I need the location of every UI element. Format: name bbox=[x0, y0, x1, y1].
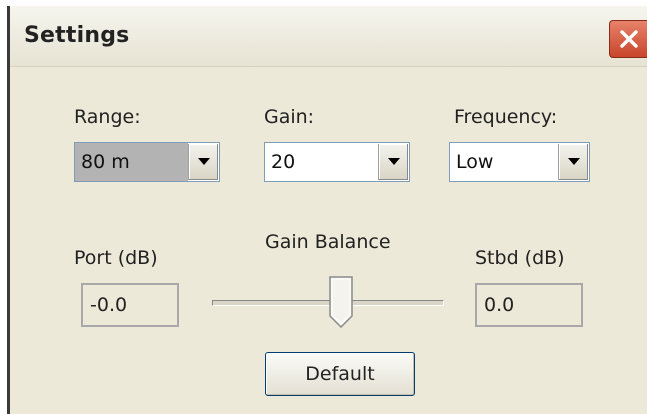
default-button[interactable]: Default bbox=[265, 352, 415, 396]
range-dropdown-button[interactable] bbox=[188, 144, 218, 180]
close-button[interactable] bbox=[609, 20, 647, 58]
frequency-select-value: Low bbox=[456, 151, 494, 173]
gain-select[interactable]: 20 bbox=[264, 142, 410, 182]
gain-label: Gain: bbox=[264, 106, 315, 128]
slider-thumb[interactable] bbox=[329, 276, 353, 329]
frequency-select[interactable]: Low bbox=[449, 142, 590, 182]
range-select-value: 80 m bbox=[75, 143, 188, 181]
frequency-label: Frequency: bbox=[454, 106, 558, 128]
gain-select-value: 20 bbox=[271, 151, 296, 173]
close-x-icon bbox=[619, 30, 638, 48]
stbd-label: Stbd (dB) bbox=[475, 247, 565, 269]
range-select[interactable]: 80 m bbox=[74, 142, 220, 182]
chevron-down-icon bbox=[567, 158, 580, 165]
stbd-db-field: 0.0 bbox=[475, 283, 583, 327]
gain-balance-slider[interactable] bbox=[212, 276, 444, 334]
slider-track[interactable] bbox=[212, 300, 444, 306]
gain-dropdown-button[interactable] bbox=[378, 144, 408, 180]
title-bar[interactable]: Settings bbox=[10, 6, 647, 67]
chevron-down-icon bbox=[387, 158, 400, 165]
port-label: Port (dB) bbox=[74, 247, 158, 269]
range-label: Range: bbox=[74, 106, 141, 128]
chevron-down-icon bbox=[197, 158, 210, 165]
slider-thumb-shape bbox=[329, 276, 353, 329]
frequency-dropdown-button[interactable] bbox=[558, 144, 588, 180]
port-db-field: -0.0 bbox=[81, 283, 179, 327]
gain-balance-label: Gain Balance bbox=[265, 231, 391, 253]
settings-dialog: Settings Range: Gain: Frequency: 80 m 20… bbox=[7, 6, 647, 414]
dialog-title: Settings bbox=[24, 23, 130, 48]
